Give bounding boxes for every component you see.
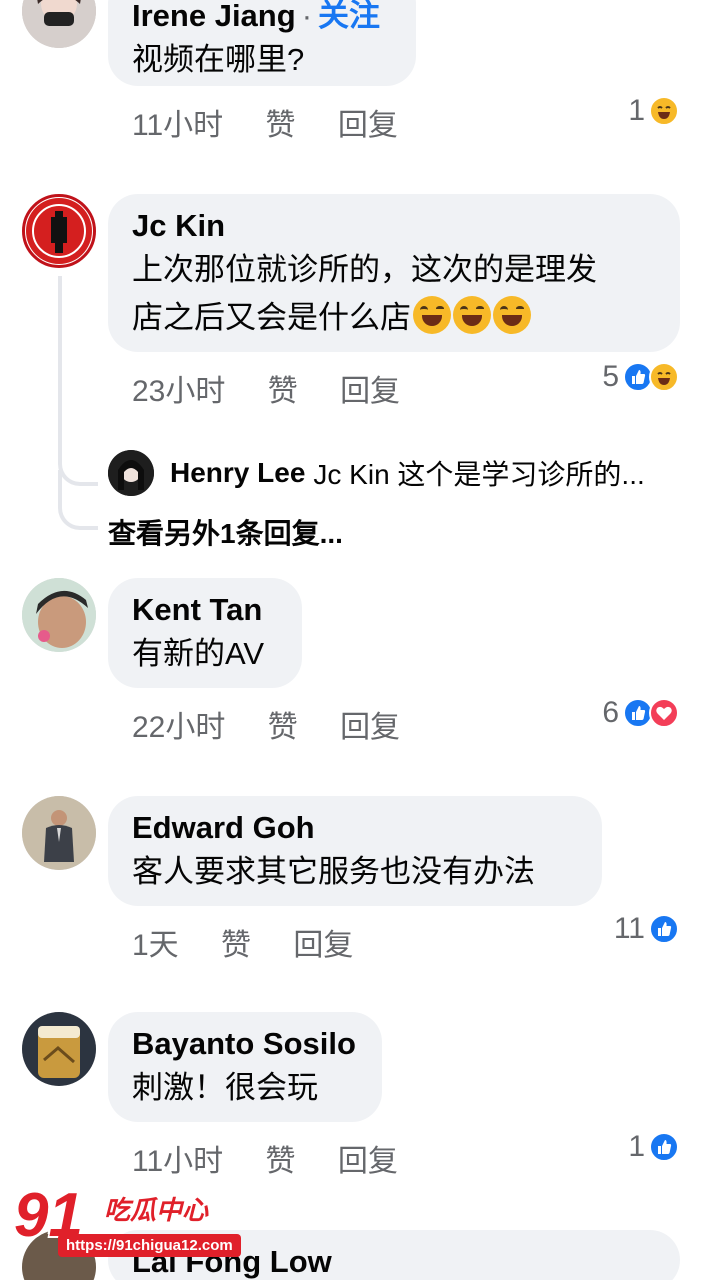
avatar[interactable] [22, 1012, 96, 1086]
reply-button[interactable]: 回复 [340, 711, 400, 744]
reaction-count: 11 [613, 912, 645, 945]
reply-button[interactable]: 回复 [338, 109, 398, 142]
comment-time[interactable]: 23小时 [132, 375, 225, 408]
reaction-count: 1 [628, 94, 645, 127]
like-button[interactable]: 赞 [221, 929, 251, 962]
avatar[interactable] [22, 578, 96, 652]
like-button[interactable]: 赞 [266, 109, 296, 142]
like-reaction-icon [649, 1132, 679, 1162]
comment-text-line: 上次那位就诊所的，这次的是理发 [132, 252, 597, 287]
laughing-tears-emoji-icon [453, 296, 491, 334]
avatar[interactable] [108, 450, 154, 496]
love-reaction-icon [649, 698, 679, 728]
comment-text: 有新的AV [132, 636, 265, 671]
watermark-name: 吃瓜中心 [104, 1195, 209, 1225]
reaction-count: 6 [602, 696, 619, 729]
reaction-count: 5 [602, 360, 619, 393]
reaction-count: 1 [628, 1130, 645, 1163]
comment-time[interactable]: 22小时 [132, 711, 225, 744]
comment-actions: 1天 赞 回复 [132, 920, 387, 964]
watermark-url: https://91chigua12.com [58, 1234, 241, 1257]
reaction-summary[interactable]: 11 [614, 912, 679, 946]
comment-bubble: Edward Goh 客人要求其它服务也没有办法 [108, 796, 602, 906]
author-name[interactable]: Edward Goh [132, 808, 578, 848]
author-name[interactable]: Jc Kin [132, 206, 656, 246]
haha-reaction-icon [649, 362, 679, 392]
comment-actions: 11小时 赞 回复 [132, 100, 432, 144]
separator-dot: · [301, 0, 313, 33]
reply-thread-line [58, 470, 98, 530]
avatar-image [26, 198, 92, 264]
avatar-image [22, 0, 96, 48]
like-reaction-icon [649, 914, 679, 944]
avatar-image [22, 796, 96, 870]
comment-bubble: Kent Tan 有新的AV [108, 578, 302, 688]
reaction-summary[interactable]: 6 [602, 696, 679, 730]
avatar[interactable] [22, 0, 96, 48]
haha-reaction-icon [649, 96, 679, 126]
reply-button[interactable]: 回复 [338, 1145, 398, 1178]
avatar-image [22, 578, 96, 652]
watermark-logo: 91 吃瓜中心 https://91chigua12.com [10, 1180, 241, 1270]
comment-text-span: 店之后又会是什么店 [132, 300, 411, 335]
reply-author-name[interactable]: Henry Lee [170, 457, 305, 489]
comment-time[interactable]: 1天 [132, 929, 179, 962]
like-button[interactable]: 赞 [268, 711, 298, 744]
like-button[interactable]: 赞 [268, 375, 298, 408]
avatar-image [108, 450, 154, 496]
laughing-tears-emoji-icon [413, 296, 451, 334]
reply-button[interactable]: 回复 [340, 375, 400, 408]
reply-text: Jc Kin 这个是学习诊所的... [313, 459, 645, 490]
author-name[interactable]: Kent Tan [132, 590, 278, 630]
view-more-replies-link[interactable]: 查看另外1条回复... [108, 512, 343, 552]
reply-button[interactable]: 回复 [293, 929, 353, 962]
laughing-tears-emoji-icon [493, 296, 531, 334]
comment-text: 视频在哪里? [132, 42, 305, 77]
comment-bubble: Irene Jiang · 关注 视频在哪里? [108, 0, 416, 86]
reaction-summary[interactable]: 5 [602, 360, 679, 394]
comment-text: 客人要求其它服务也没有办法 [132, 854, 535, 889]
comment-actions: 22小时 赞 回复 [132, 702, 434, 746]
author-line: Irene Jiang · 关注 [132, 0, 392, 36]
comment-bubble: Bayanto Sosilo 刺激！很会玩 [108, 1012, 382, 1122]
follow-button[interactable]: 关注 [318, 0, 380, 33]
comment-bubble: Jc Kin 上次那位就诊所的，这次的是理发 店之后又会是什么店 [108, 194, 680, 352]
author-name[interactable]: Irene Jiang [132, 0, 296, 33]
reaction-summary[interactable]: 1 [628, 1130, 679, 1164]
comment-actions: 11小时 赞 回复 [132, 1136, 432, 1180]
like-button[interactable]: 赞 [266, 1145, 296, 1178]
comment-actions: 23小时 赞 回复 [132, 366, 434, 410]
comment-text-line: 店之后又会是什么店 [132, 294, 656, 342]
reply-preview[interactable]: Henry Lee Jc Kin 这个是学习诊所的... [108, 450, 645, 496]
reply-thread-line [58, 276, 98, 486]
avatar[interactable] [22, 194, 96, 268]
author-name[interactable]: Bayanto Sosilo [132, 1024, 358, 1064]
comment-text: 上次那位就诊所的，这次的是理发 店之后又会是什么店 [132, 246, 656, 342]
comment-time[interactable]: 11小时 [132, 109, 223, 142]
avatar-image [22, 1012, 96, 1086]
reaction-summary[interactable]: 1 [628, 94, 679, 128]
comment-text: 刺激！很会玩 [132, 1070, 318, 1105]
avatar[interactable] [22, 796, 96, 870]
comment-time[interactable]: 11小时 [132, 1145, 223, 1178]
